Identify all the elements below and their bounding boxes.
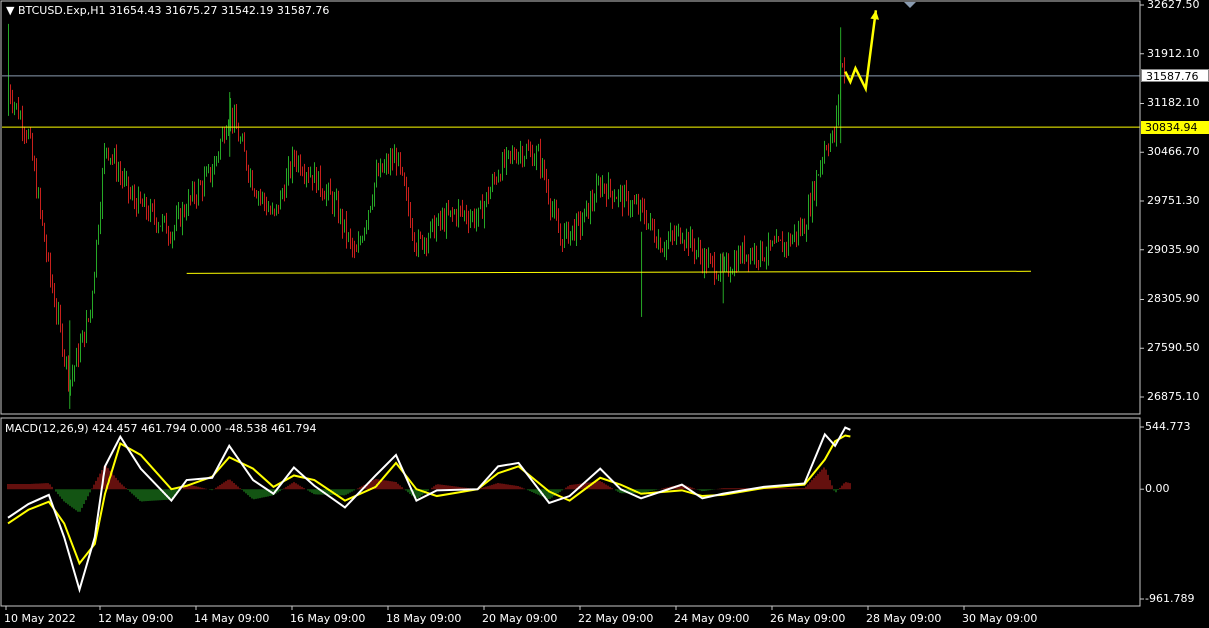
time-tick-label: 20 May 09:00 — [482, 612, 558, 625]
price-pane[interactable] — [2, 10, 1140, 409]
price-tick-label: 29035.90 — [1147, 242, 1200, 256]
support-trendline[interactable] — [186, 270, 1032, 274]
time-tick-label: 12 May 09:00 — [98, 612, 174, 625]
current-price-tag: 31587.76 — [1141, 69, 1209, 83]
candles-group — [8, 23, 845, 409]
trading-chart[interactable] — [0, 0, 1209, 628]
projection-arrow[interactable] — [844, 10, 878, 93]
price-tick-label: 32627.50 — [1147, 0, 1200, 11]
macd-histogram — [7, 465, 851, 512]
time-tick-label: 30 May 09:00 — [962, 612, 1038, 625]
price-tick-label: 31182.10 — [1147, 96, 1200, 110]
time-tick-label: 16 May 09:00 — [290, 612, 366, 625]
macd-title: MACD(12,26,9) 424.457 461.794 0.000 -48.… — [5, 422, 317, 435]
price-tick-label: 28305.90 — [1147, 292, 1200, 306]
symbol-info: BTCUSD.Exp,H1 31654.43 31675.27 31542.19… — [17, 4, 330, 17]
time-tick-label: 28 May 09:00 — [866, 612, 942, 625]
time-tick-label: 26 May 09:00 — [770, 612, 846, 625]
price-tick-label: 30466.70 — [1147, 145, 1200, 159]
symbol-header: ▼ BTCUSD.Exp,H1 31654.43 31675.27 31542.… — [6, 4, 329, 17]
level-price-tag: 30834.94 — [1141, 121, 1209, 134]
time-tick-label: 14 May 09:00 — [194, 612, 270, 625]
time-tick-label: 22 May 09:00 — [578, 612, 654, 625]
macd-pane[interactable] — [7, 426, 851, 594]
price-tick-label: 27590.50 — [1147, 341, 1200, 355]
macd-tick-label: 0.00 — [1145, 482, 1170, 496]
signal-line — [7, 434, 851, 566]
price-pane-frame — [0, 0, 1141, 415]
time-tick-label: 18 May 09:00 — [386, 612, 462, 625]
chart-shift-marker-icon[interactable] — [904, 2, 916, 8]
dropdown-triangle-icon[interactable]: ▼ — [6, 4, 14, 17]
time-tick-label: 24 May 09:00 — [674, 612, 750, 625]
macd-tick-label: 544.773 — [1145, 420, 1191, 433]
time-tick-label: 10 May 2022 — [4, 612, 76, 625]
macd-tick-label: -961.789 — [1145, 592, 1195, 605]
macd-pane-frame — [0, 417, 1141, 607]
price-tick-label: 31912.10 — [1147, 46, 1200, 60]
price-tick-label: 26875.10 — [1147, 390, 1200, 403]
price-tick-label: 29751.30 — [1147, 194, 1200, 207]
